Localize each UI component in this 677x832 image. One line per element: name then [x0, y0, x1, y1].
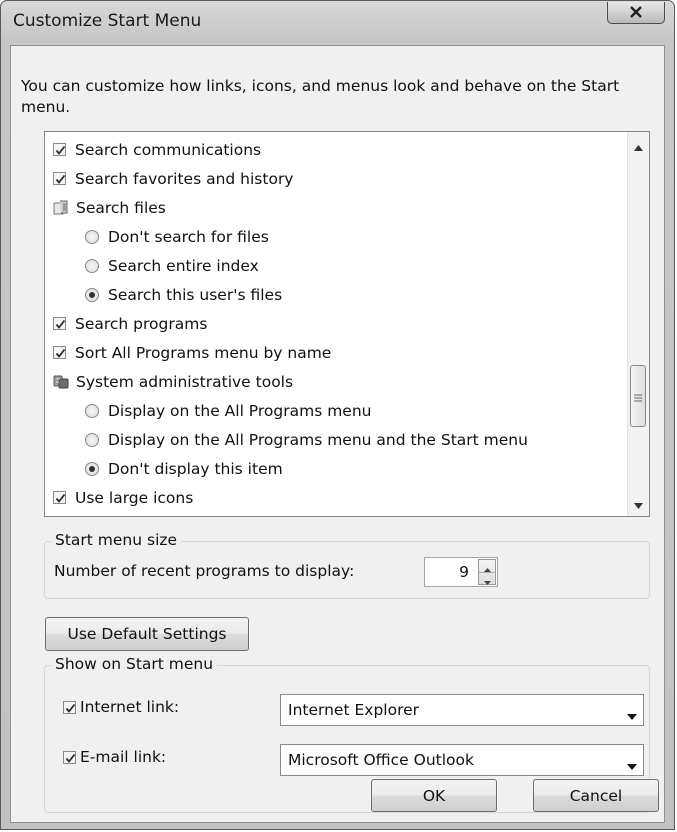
options-list[interactable]: Search communications Search favorites an…	[44, 131, 650, 517]
radio-icon	[85, 229, 99, 244]
recent-programs-value: 9	[459, 563, 469, 581]
option-label: Use large icons	[75, 488, 194, 507]
recent-programs-label: Number of recent programs to display:	[54, 562, 355, 580]
option-label: Search files	[76, 198, 166, 217]
option-search-communications-checkbox[interactable]: Search communications	[45, 135, 627, 164]
dropdown-arrow-icon	[627, 756, 637, 774]
option-search-favorites-and-history-checkbox[interactable]: Search favorites and history	[45, 164, 627, 193]
title-bar: Customize Start Menu	[1, 1, 674, 43]
checkbox-icon	[53, 491, 66, 504]
option-label: Display on the All Programs menu	[108, 401, 372, 420]
option-label: Search communications	[75, 140, 262, 159]
option-label: Display on the All Programs menu and the…	[108, 430, 528, 449]
option-sort-all-programs-menu-by-name-checkbox[interactable]: Sort All Programs menu by name	[45, 338, 627, 367]
option-label: Sort All Programs menu by name	[75, 343, 332, 362]
scroll-thumb[interactable]	[630, 365, 646, 427]
arrow-down-icon	[483, 570, 491, 589]
option-label: Search programs	[75, 314, 208, 333]
option-label: Don't display this item	[108, 459, 283, 478]
scroll-up-button[interactable]	[628, 134, 649, 156]
email-link-dropdown[interactable]: Microsoft Office Outlook	[280, 744, 644, 776]
cancel-button[interactable]: Cancel	[533, 779, 659, 812]
radio-icon	[85, 258, 99, 273]
use-default-settings-button[interactable]: Use Default Settings	[45, 617, 249, 651]
window-title: Customize Start Menu	[13, 11, 202, 31]
option-label: Search favorites and history	[75, 169, 294, 188]
checkbox-icon	[53, 143, 66, 156]
option-don-t-display-this-item-radio[interactable]: Don't display this item	[45, 454, 627, 483]
internet-link-checkbox[interactable]: Internet link:	[63, 698, 179, 716]
checkbox-icon	[53, 346, 66, 359]
option-group-search-files: Search files	[45, 193, 627, 222]
admin-tools-icon	[53, 373, 70, 390]
internet-link-label: Internet link:	[80, 698, 180, 716]
radio-icon	[85, 461, 99, 476]
radio-icon	[85, 432, 99, 447]
option-search-this-user-s-files-radio[interactable]: Search this user's files	[45, 280, 627, 309]
checkbox-icon	[53, 317, 66, 330]
recent-programs-stepper[interactable]: 9	[424, 557, 498, 587]
checkbox-icon	[63, 700, 76, 714]
stepper-buttons	[478, 559, 496, 585]
options-rows: Search communications Search favorites an…	[45, 135, 627, 512]
show-on-start-menu-title: Show on Start menu	[51, 655, 218, 673]
files-icon	[53, 199, 70, 216]
dropdown-arrow-icon	[627, 706, 637, 724]
radio-icon	[85, 403, 99, 418]
checkbox-icon	[53, 172, 66, 185]
option-label: Search this user's files	[108, 285, 283, 304]
internet-link-value: Internet Explorer	[288, 701, 420, 719]
close-button[interactable]	[607, 2, 665, 24]
option-search-entire-index-radio[interactable]: Search entire index	[45, 251, 627, 280]
option-label: System administrative tools	[76, 372, 294, 391]
start-menu-size-title: Start menu size	[51, 531, 182, 549]
dialog-body: You can customize how links, icons, and …	[10, 45, 665, 823]
option-search-programs-checkbox[interactable]: Search programs	[45, 309, 627, 338]
option-group-system-administrative-tools: System administrative tools	[45, 367, 627, 396]
arrow-up-icon	[634, 136, 643, 155]
arrow-down-icon	[634, 494, 643, 513]
intro-text: You can customize how links, icons, and …	[21, 77, 620, 116]
email-link-value: Microsoft Office Outlook	[288, 751, 474, 769]
checkbox-icon	[63, 750, 76, 764]
option-display-on-the-all-programs-menu-and-the-start-menu-radio[interactable]: Display on the All Programs menu and the…	[45, 425, 627, 454]
option-display-on-the-all-programs-menu-radio[interactable]: Display on the All Programs menu	[45, 396, 627, 425]
options-scrollbar[interactable]	[627, 132, 649, 516]
option-label: Search entire index	[108, 256, 259, 275]
customize-start-menu-dialog: Customize Start Menu You can customize h…	[0, 0, 675, 830]
option-label: Don't search for files	[108, 227, 269, 246]
internet-link-dropdown[interactable]: Internet Explorer	[280, 694, 644, 726]
stepper-down-button[interactable]	[479, 572, 495, 585]
option-use-large-icons-checkbox[interactable]: Use large icons	[45, 483, 627, 512]
grip-icon	[634, 387, 642, 406]
email-link-checkbox[interactable]: E-mail link:	[63, 748, 166, 766]
radio-icon	[85, 287, 99, 302]
email-link-label: E-mail link:	[80, 748, 167, 766]
scroll-down-button[interactable]	[628, 492, 649, 514]
option-don-t-search-for-files-radio[interactable]: Don't search for files	[45, 222, 627, 251]
ok-button[interactable]: OK	[371, 779, 497, 812]
close-icon	[629, 3, 643, 22]
